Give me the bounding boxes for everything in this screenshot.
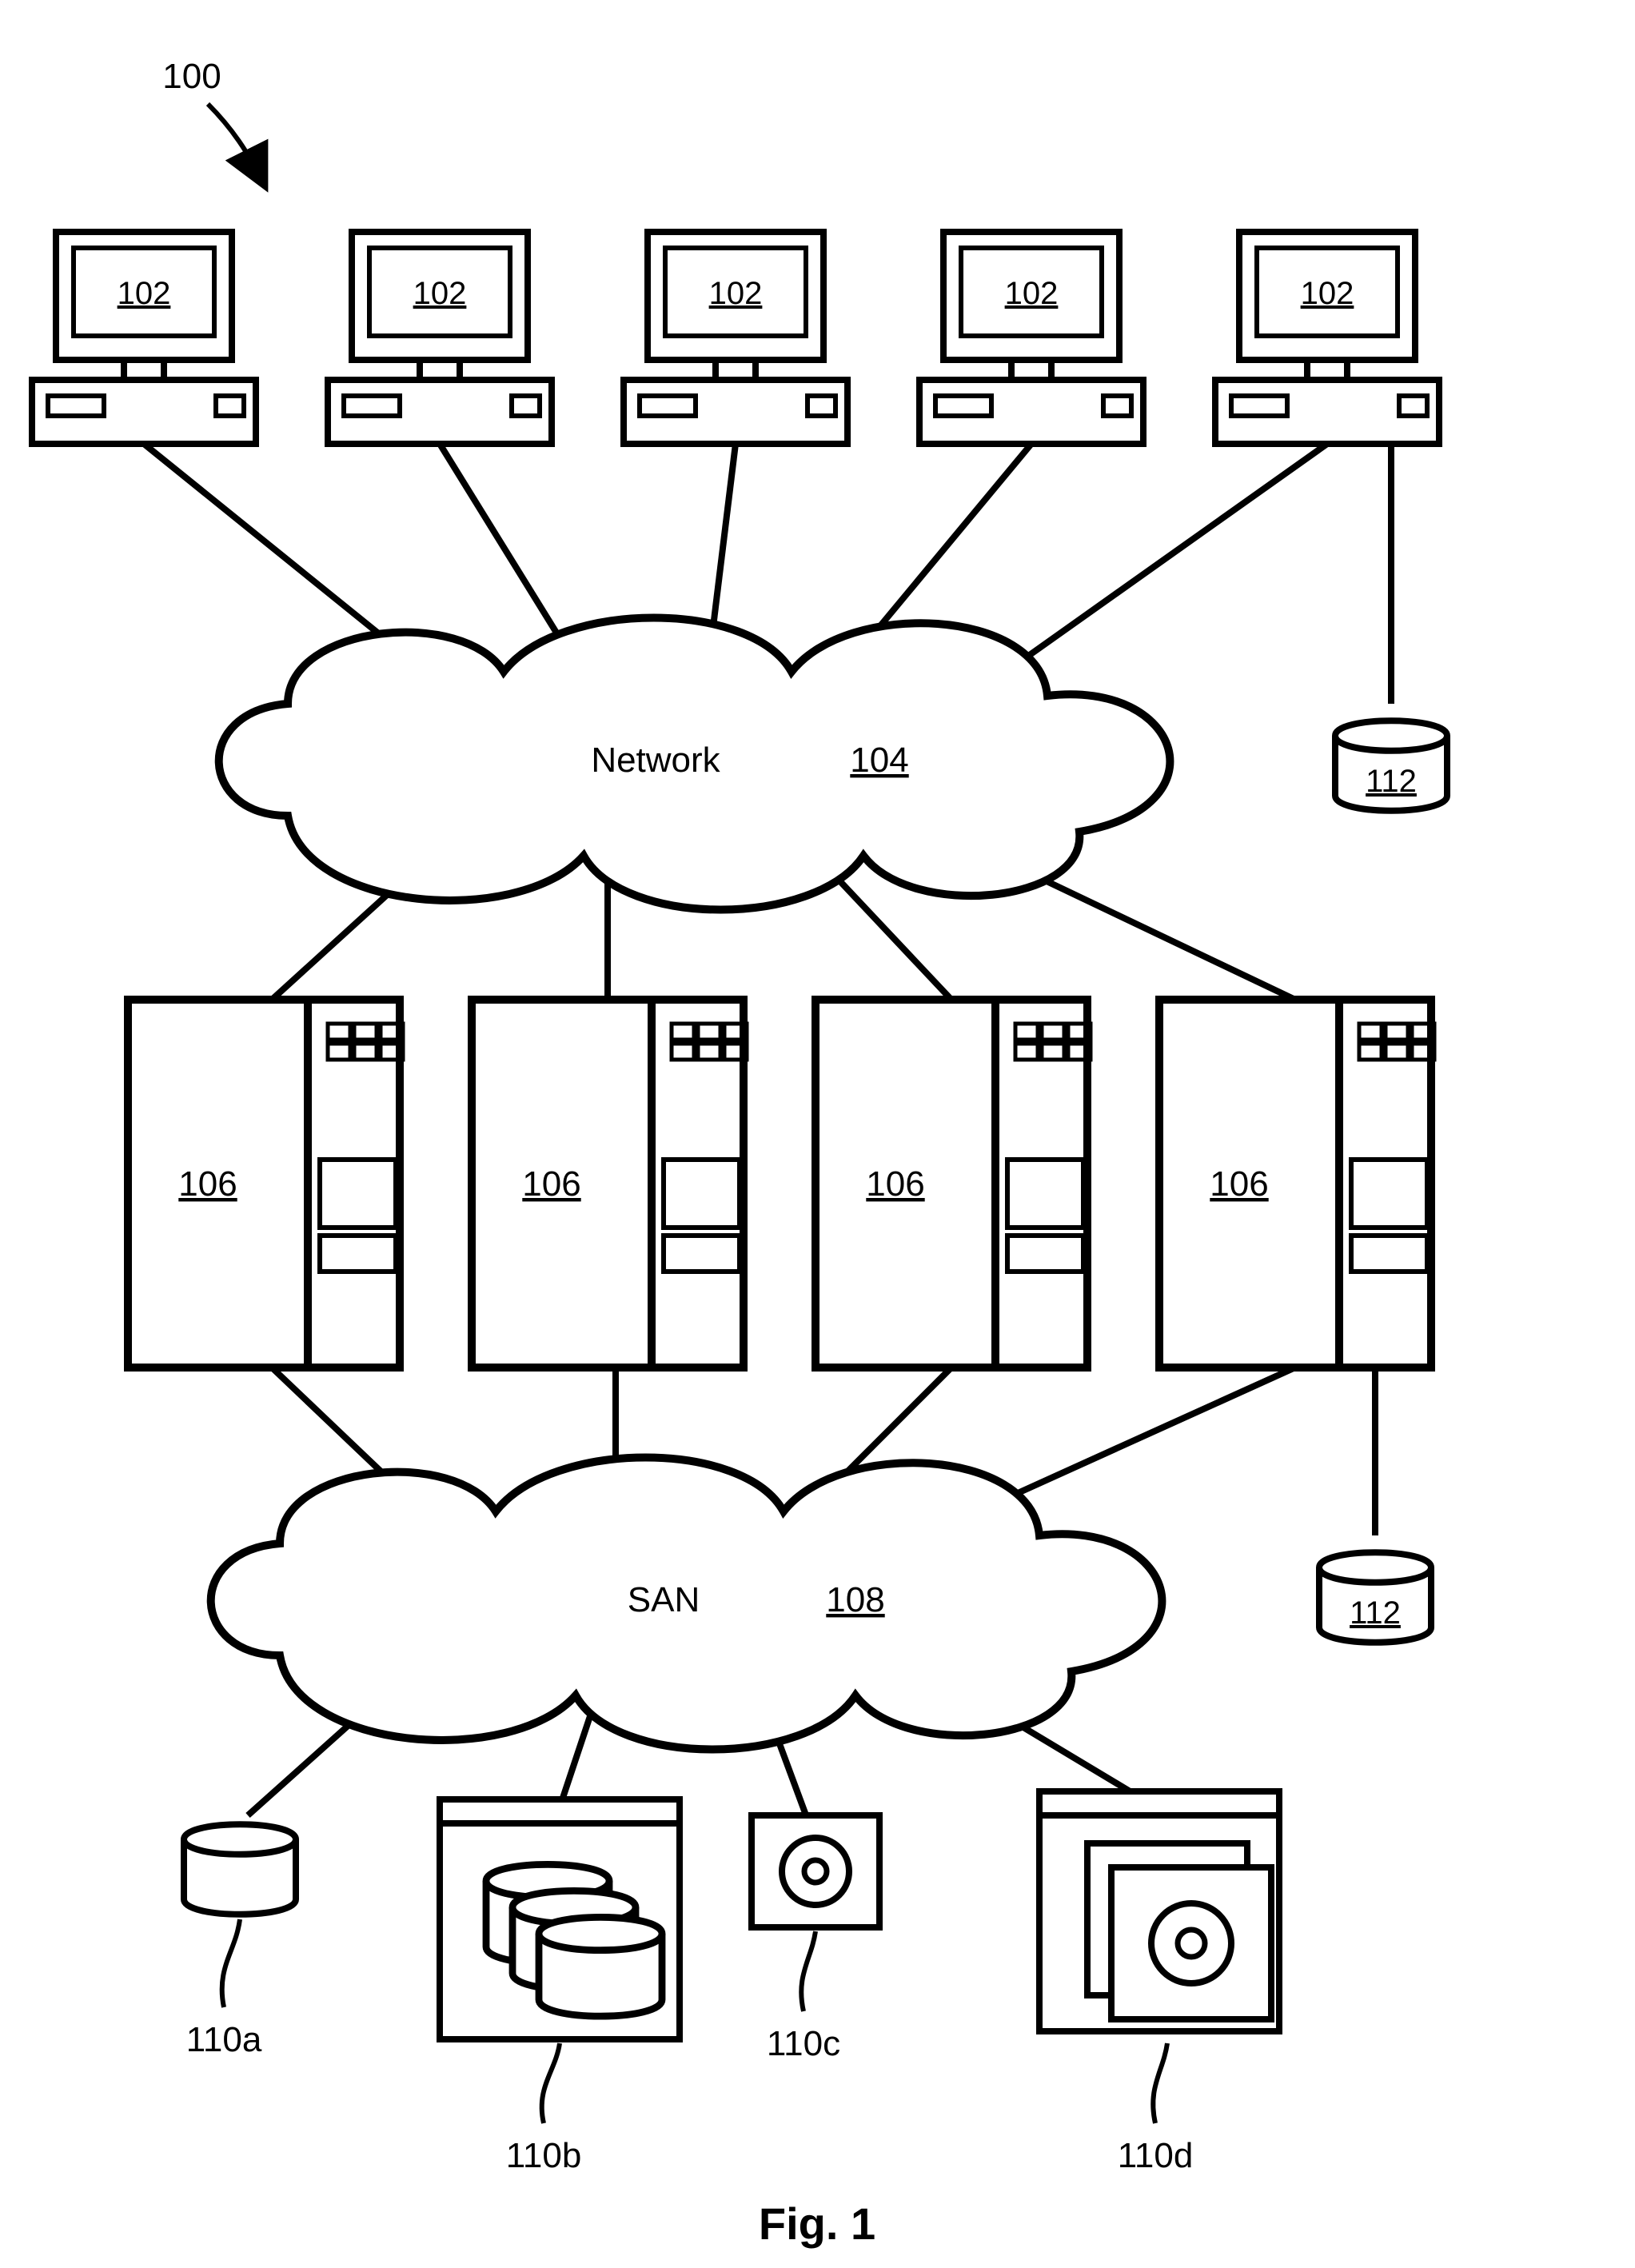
- storage-110c-label: 110c: [767, 2024, 840, 2063]
- figure-1-diagram: 100 102 102 102 102 102: [0, 0, 1635, 2268]
- clients-row: 102 102 102 102 102: [32, 232, 1439, 444]
- storage-110a-label: 110a: [186, 2020, 262, 2059]
- server-1-ref: 106: [178, 1164, 237, 1204]
- storage-110b: 110b: [440, 1799, 680, 2175]
- server-4-ref: 106: [1210, 1164, 1268, 1204]
- client-1: 102: [32, 232, 256, 444]
- client-1-ref: 102: [118, 276, 171, 311]
- san-cloud: SAN 108: [211, 1458, 1162, 1750]
- client-4-ref: 102: [1005, 276, 1059, 311]
- das-top: 112: [1335, 721, 1447, 811]
- server-3-ref: 106: [866, 1164, 924, 1204]
- network-cloud: Network 104: [219, 618, 1170, 910]
- storage-110d-label: 110d: [1118, 2136, 1194, 2175]
- figure-caption: Fig. 1: [759, 2198, 875, 2249]
- das-bottom: 112: [1319, 1552, 1431, 1643]
- storage-110b-label: 110b: [506, 2136, 582, 2175]
- network-ref: 104: [850, 741, 908, 780]
- server-1: 106: [128, 1000, 403, 1368]
- client-3-ref: 102: [709, 276, 763, 311]
- servers-row: 106 106 106 106: [128, 1000, 1434, 1368]
- storage-110c: 110c: [752, 1815, 879, 2063]
- server-2-ref: 106: [522, 1164, 580, 1204]
- client-2: 102: [328, 232, 552, 444]
- san-label: SAN: [628, 1580, 700, 1619]
- figure-ref-arrow: [208, 104, 264, 184]
- server-2: 106: [472, 1000, 747, 1368]
- client-5-ref: 102: [1301, 276, 1354, 311]
- client-4: 102: [919, 232, 1143, 444]
- figure-ref-label: 100: [162, 57, 221, 96]
- das-bottom-ref: 112: [1350, 1595, 1401, 1631]
- server-3: 106: [816, 1000, 1091, 1368]
- server-4: 106: [1159, 1000, 1434, 1368]
- client-5: 102: [1215, 232, 1439, 444]
- network-label: Network: [591, 741, 720, 780]
- storage-110d: 110d: [1039, 1791, 1279, 2175]
- san-ref: 108: [826, 1580, 884, 1619]
- client-2-ref: 102: [413, 276, 467, 311]
- das-top-ref: 112: [1366, 764, 1417, 799]
- client-3: 102: [624, 232, 847, 444]
- storage-110a: 110a: [184, 1824, 296, 2059]
